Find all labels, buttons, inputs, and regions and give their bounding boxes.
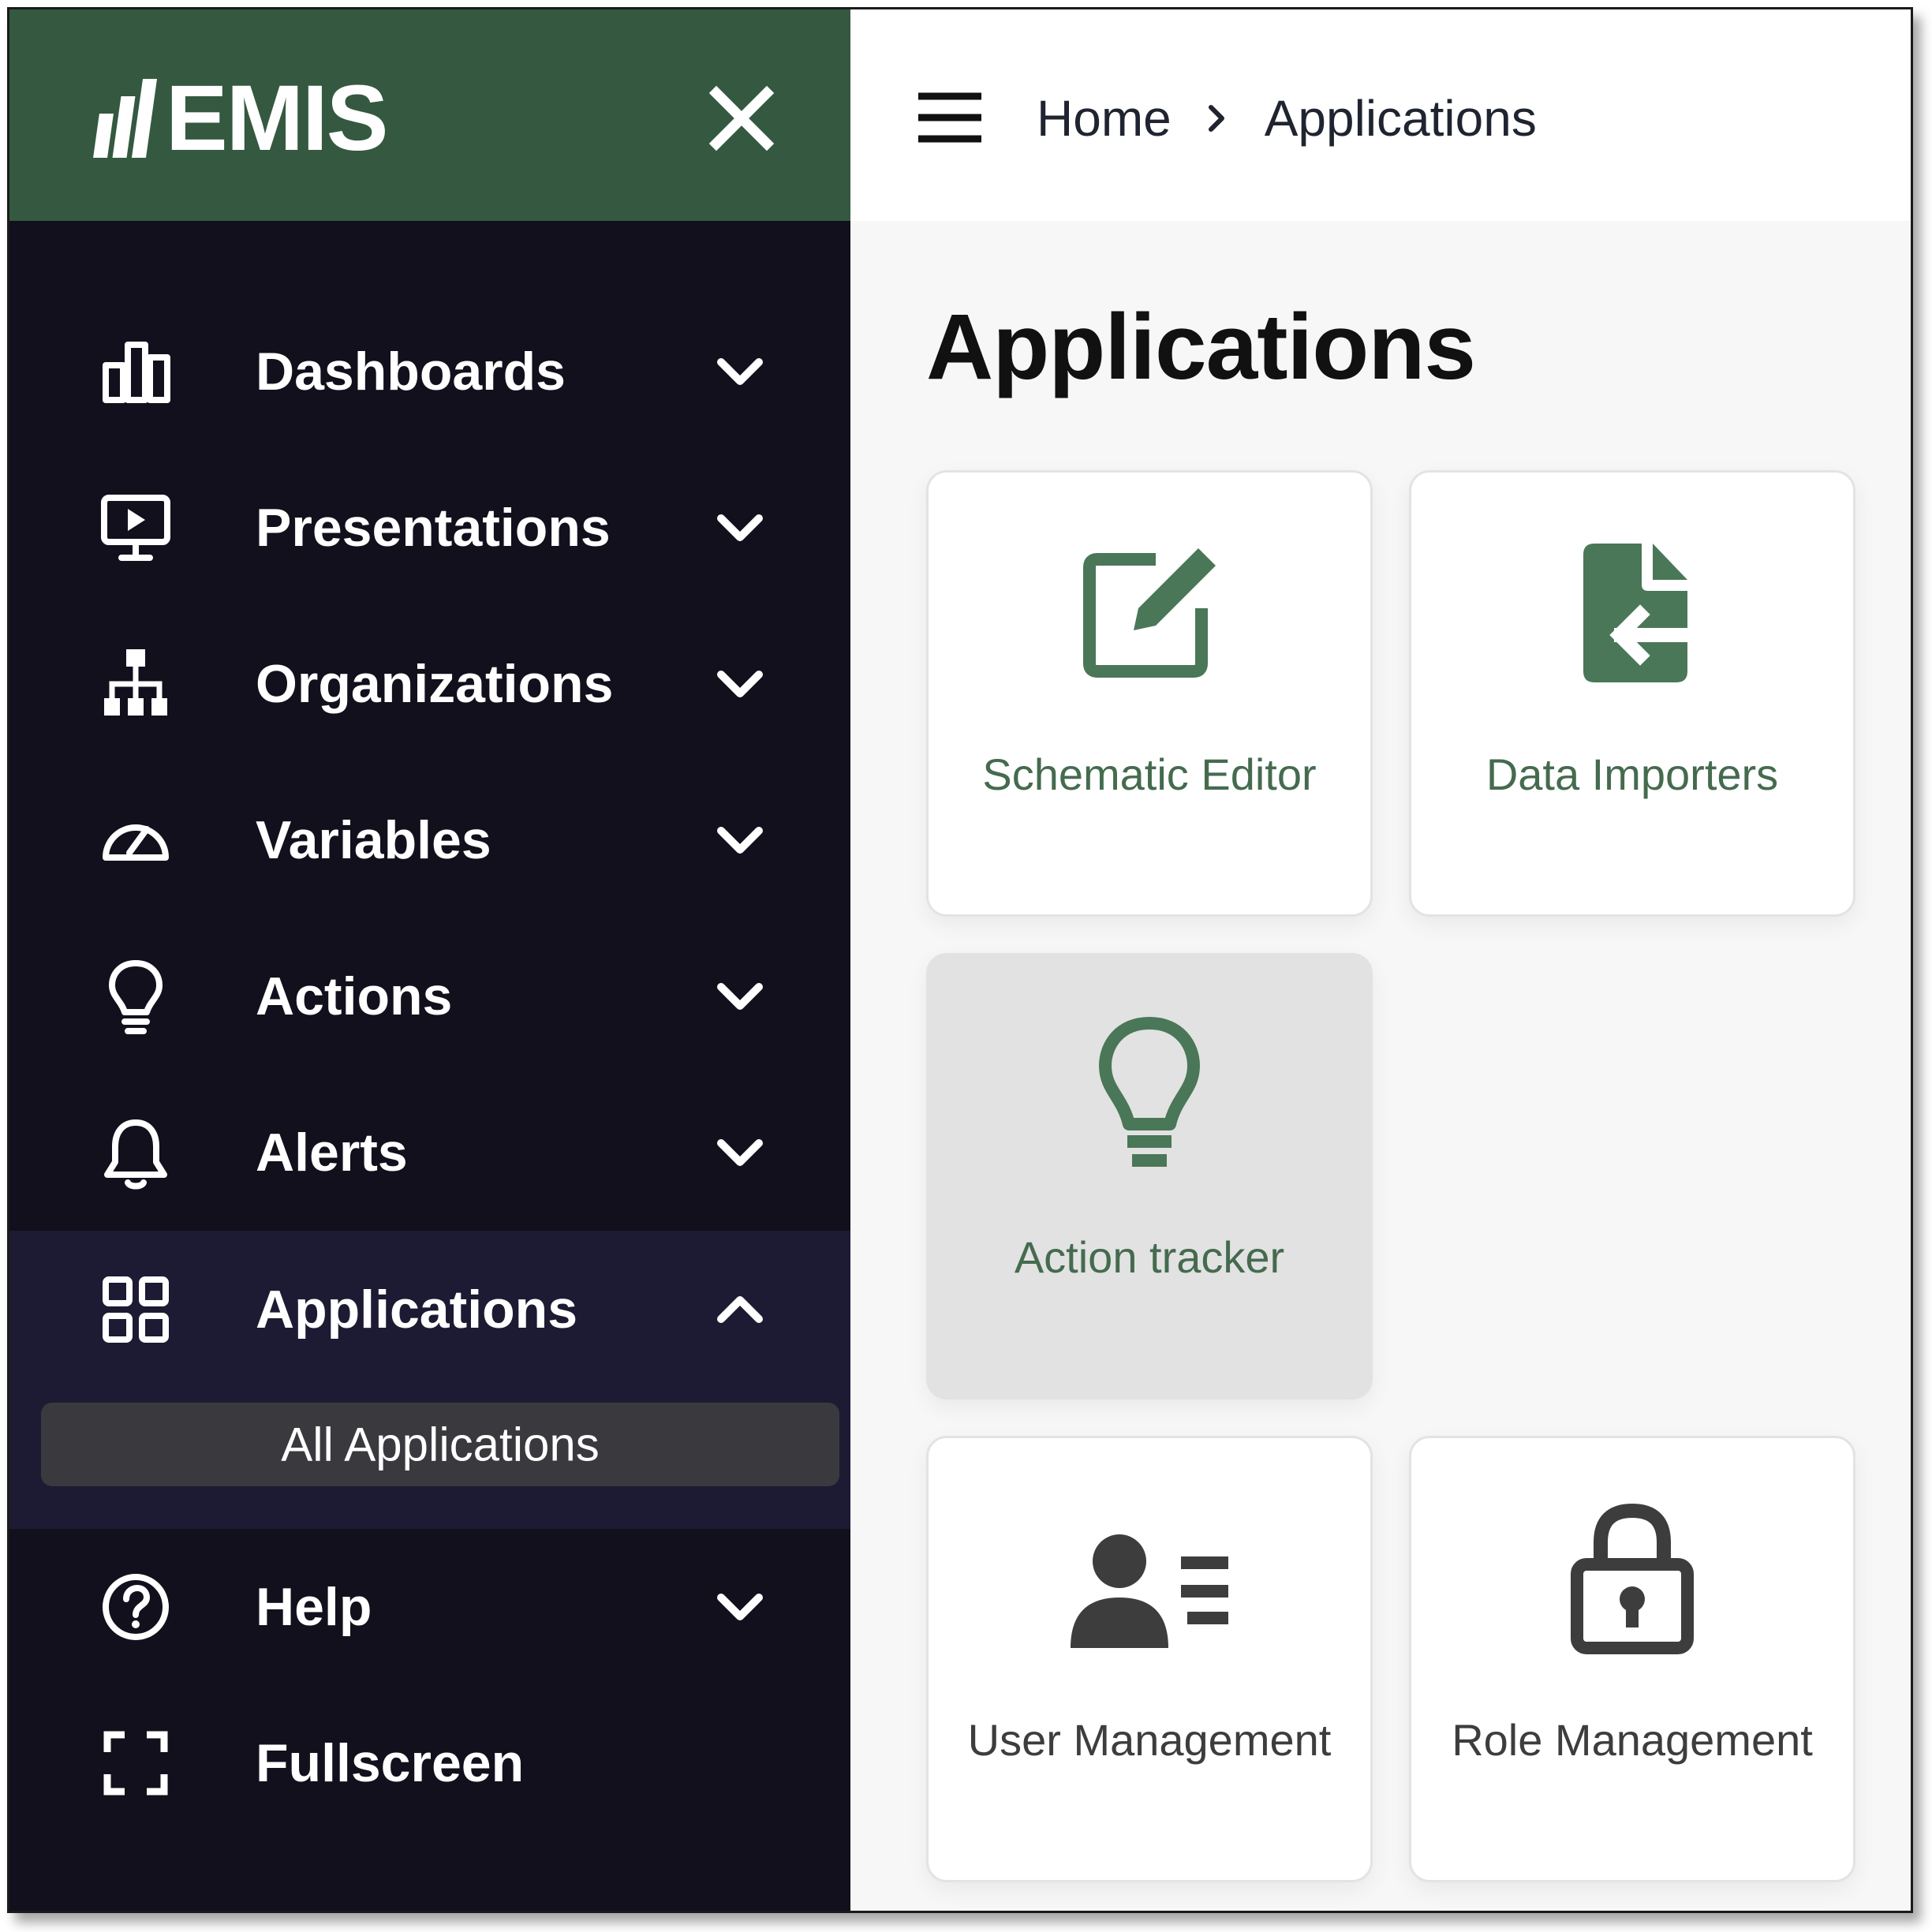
- chevron-down-icon: [717, 671, 763, 697]
- sidebar-item-label: Applications: [256, 1280, 578, 1340]
- chevron-down-icon: [717, 983, 763, 1010]
- sidebar-item-label: Presentations: [256, 498, 611, 558]
- page-title: Applications: [926, 295, 1476, 399]
- app-tile-label: User Management: [967, 1715, 1332, 1765]
- sidebar-item-label: Help: [256, 1577, 372, 1637]
- sidebar-item-label: Alerts: [256, 1123, 408, 1183]
- lightbulb-icon: [1099, 1017, 1200, 1167]
- bell-icon: [104, 1119, 167, 1190]
- grid-icon: [103, 1276, 169, 1343]
- lightbulb-icon: [109, 960, 163, 1034]
- breadcrumb-home[interactable]: Home: [1037, 89, 1172, 148]
- sidebar-header: EMIS: [9, 9, 850, 221]
- sidebar-item-help[interactable]: Help: [9, 1529, 850, 1685]
- sidebar-item-actions[interactable]: Actions: [9, 918, 850, 1074]
- sidebar-nav: Dashboards Presentations Organizations V…: [9, 293, 850, 1841]
- app-tile-data-importers[interactable]: Data Importers: [1409, 470, 1855, 917]
- gauge-icon: [103, 824, 169, 861]
- app-tile-label: Action tracker: [1014, 1232, 1285, 1282]
- chevron-up-icon: [717, 1296, 763, 1323]
- app-window: EMIS Dashboards Presentations Organizati…: [7, 7, 1913, 1913]
- sidebar-item-label: Organizations: [256, 654, 614, 714]
- app-tile-label: Data Importers: [1485, 749, 1779, 799]
- close-icon: [708, 85, 775, 151]
- app-tile-user-management[interactable]: User Management: [926, 1436, 1373, 1882]
- chevron-down-icon: [717, 358, 763, 385]
- app-tile-role-management[interactable]: Role Management: [1409, 1436, 1855, 1882]
- app-tile-action-tracker[interactable]: Action tracker: [926, 953, 1373, 1399]
- menu-toggle-button[interactable]: [917, 90, 983, 145]
- logo-text: EMIS: [166, 66, 388, 170]
- breadcrumb: Home Applications: [1037, 88, 1537, 148]
- sidebar-subitem-all-applications[interactable]: All Applications: [41, 1403, 839, 1486]
- padlock-icon: [1571, 1503, 1694, 1654]
- sidebar-item-dashboards[interactable]: Dashboards: [9, 293, 850, 450]
- sidebar-item-applications[interactable]: Applications: [9, 1231, 850, 1388]
- chevron-down-icon: [717, 514, 763, 541]
- sidebar-item-label: Fullscreen: [256, 1733, 525, 1793]
- sidebar: EMIS Dashboards Presentations Organizati…: [9, 9, 850, 1911]
- sidebar-item-fullscreen[interactable]: Fullscreen: [9, 1685, 850, 1841]
- user-list-icon: [1071, 1534, 1228, 1648]
- fullscreen-icon: [103, 1731, 168, 1796]
- sidebar-item-presentations[interactable]: Presentations: [9, 450, 850, 606]
- sidebar-subitem-label: All Applications: [281, 1418, 600, 1471]
- sidebar-item-label: Dashboards: [256, 342, 566, 402]
- close-sidebar-button[interactable]: [704, 80, 779, 156]
- sidebar-item-variables[interactable]: Variables: [9, 762, 850, 918]
- sidebar-item-label: Actions: [256, 966, 453, 1026]
- help-circle-icon: [103, 1574, 169, 1640]
- breadcrumb-current: Applications: [1264, 90, 1537, 147]
- chevron-down-icon: [717, 1139, 763, 1166]
- chevron-down-icon: [717, 1594, 763, 1620]
- sidebar-item-label: Variables: [256, 810, 491, 870]
- sidebar-item-organizations[interactable]: Organizations: [9, 606, 850, 762]
- app-tile-label: Schematic Editor: [982, 749, 1317, 799]
- chevron-down-icon: [717, 827, 763, 854]
- chevron-right-icon: [1208, 105, 1224, 132]
- main-content: Home Applications Applications Schematic…: [850, 9, 1911, 1911]
- sitemap-icon: [104, 649, 167, 716]
- sidebar-group-applications: Applications All Applications: [9, 1231, 850, 1529]
- sidebar-item-alerts[interactable]: Alerts: [9, 1074, 850, 1231]
- app-tile-schematic-editor[interactable]: Schematic Editor: [926, 470, 1373, 917]
- emis-logo: EMIS: [93, 66, 388, 170]
- app-tile-label: Role Management: [1452, 1715, 1813, 1765]
- hamburger-menu-icon: [918, 92, 981, 143]
- bar-chart-icon: [103, 342, 170, 403]
- file-import-icon: [1583, 544, 1695, 682]
- presentation-monitor-icon: [101, 495, 170, 561]
- edit-square-icon: [1083, 548, 1216, 678]
- logo-bars-icon: [93, 79, 158, 158]
- topbar: Home Applications: [850, 9, 1911, 221]
